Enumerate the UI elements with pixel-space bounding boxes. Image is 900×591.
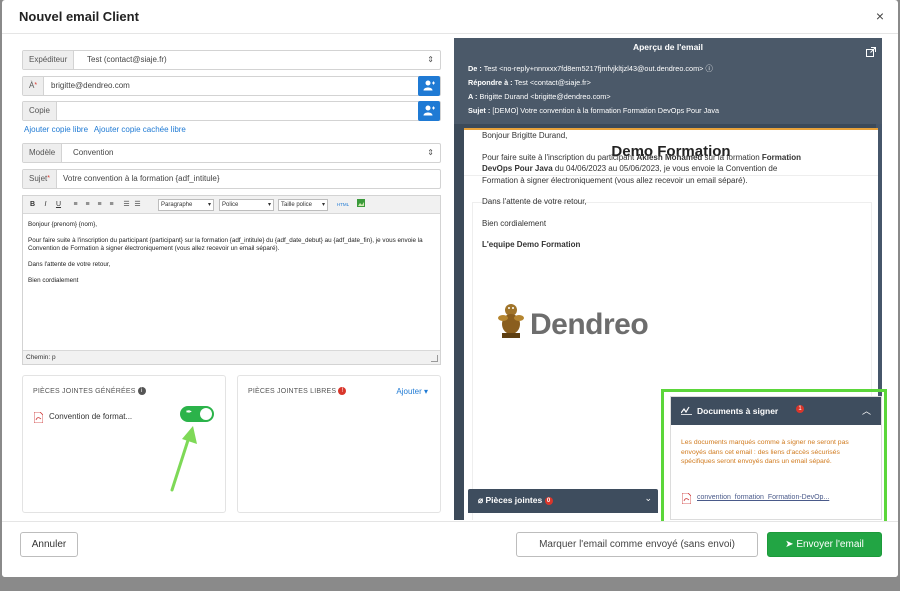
modal-title: Nouvel email Client: [19, 9, 139, 24]
add-hidden-copy-link[interactable]: Ajouter copie cachée libre: [94, 125, 186, 134]
attachments-accordion[interactable]: ⌀ Pièces jointes 0 ⌄: [468, 489, 658, 513]
align-right-icon[interactable]: ≡: [95, 199, 104, 210]
preview-to: A : Brigitte Durand <brigitte@dendreo.co…: [468, 92, 611, 101]
dendreo-logo: Dendreo: [494, 298, 649, 347]
subject-field[interactable]: Sujet* Votre convention à la formation {…: [22, 169, 441, 189]
expediteur-label: Expéditeur: [23, 51, 75, 69]
email-paragraph: Pour faire suite à l'inscription du part…: [482, 152, 801, 185]
expediteur-value: Test (contact@siaje.fr): [87, 55, 167, 64]
resize-handle[interactable]: [431, 355, 438, 362]
modal-footer: Annuler Marquer l'email comme envoyé (sa…: [2, 521, 898, 577]
paperclip-icon: ⌀: [478, 495, 484, 505]
editor-line: Pour faire suite à l'inscription du part…: [28, 237, 423, 252]
pdf-icon: [34, 412, 43, 423]
dendreo-logo-icon: [498, 304, 524, 338]
generated-attachments-title: PIÈCES JOINTES GÉNÉRÉES i: [33, 387, 146, 395]
preview-header: Aperçu de l'email De : Test <no-reply+nn…: [454, 38, 882, 124]
editor-line: Bien cordialement: [28, 277, 79, 284]
editor-line: Dans l'attente de votre retour,: [28, 261, 111, 268]
email-paragraph: Dans l'attente de votre retour,: [482, 197, 587, 206]
preview-title: Aperçu de l'email: [632, 42, 704, 52]
email-body: Bonjour Brigitte Durand, Pour faire suit…: [482, 130, 812, 261]
attachments-count-badge: 0: [544, 496, 553, 505]
mark-as-sent-button[interactable]: Marquer l'email comme envoyé (sans envoi…: [516, 532, 758, 557]
underline-button[interactable]: U: [54, 199, 63, 210]
preview-reply-to: Répondre à : Test <contact@siaje.fr>: [468, 78, 591, 87]
add-recipient-button[interactable]: [418, 76, 440, 96]
subject-value: Votre convention à la formation {adf_int…: [63, 174, 220, 183]
email-signature: L'equipe Demo Formation: [482, 240, 581, 249]
add-copy-button[interactable]: [418, 101, 440, 121]
font-size-select[interactable]: Taille police: [278, 199, 328, 211]
paragraph-select[interactable]: Paragraphe: [158, 199, 214, 211]
copy-label: Copie: [23, 102, 57, 120]
copy-field[interactable]: Copie: [22, 101, 441, 121]
add-free-copy-link[interactable]: Ajouter copie libre: [24, 125, 88, 134]
generated-attachment-name: Convention de format...: [49, 412, 133, 421]
subject-label: Sujet*: [23, 170, 57, 188]
template-select[interactable]: Modèle Convention ⇕: [22, 143, 441, 163]
free-attachments-title: PIÈCES JOINTES LIBRES !: [248, 387, 347, 395]
warning-icon: !: [338, 387, 347, 395]
help-icon: ⓘ: [705, 64, 713, 73]
highlight-box: [661, 389, 887, 529]
send-email-button[interactable]: ➤ Envoyer l'email: [767, 532, 882, 557]
bold-button[interactable]: B: [28, 199, 37, 210]
free-attachments-panel: PIÈCES JOINTES LIBRES ! Ajouter ▾: [237, 375, 441, 513]
close-icon[interactable]: ×: [876, 8, 884, 24]
sign-toggle[interactable]: ✒: [180, 406, 214, 422]
preview-from: De : Test <no-reply+nnnxxx7fd8em5217fjmf…: [468, 64, 713, 73]
info-icon: i: [137, 387, 146, 395]
new-email-modal: Nouvel email Client × Expéditeur Test (c…: [2, 0, 898, 577]
editor-content[interactable]: Bonjour {prenom} {nom}, Pour faire suite…: [28, 221, 438, 293]
copy-links: Ajouter copie libre Ajouter copie cachée…: [24, 125, 190, 134]
dendreo-logo-text: Dendreo: [530, 308, 649, 341]
to-value: brigitte@dendreo.com: [51, 81, 130, 90]
image-icon[interactable]: [356, 199, 366, 210]
rich-text-editor[interactable]: B I U ≡ ≡ ≡ ≡ ☰ ☰ Paragraphe Police Tail…: [22, 195, 441, 365]
editor-path: Chemin: p: [23, 350, 440, 364]
select-caret-icon: ⇕: [427, 55, 434, 64]
italic-button[interactable]: I: [41, 199, 50, 210]
align-justify-icon[interactable]: ≡: [107, 199, 116, 210]
add-user-icon: [423, 80, 435, 91]
select-caret-icon: ⇕: [427, 148, 434, 157]
editor-toolbar: B I U ≡ ≡ ≡ ≡ ☰ ☰ Paragraphe Police Tail…: [23, 196, 440, 214]
toggle-knob: [200, 408, 212, 420]
add-attachment-dropdown[interactable]: Ajouter ▾: [396, 387, 428, 396]
align-left-icon[interactable]: ≡: [71, 199, 80, 210]
editor-line: Bonjour {prenom} {nom},: [28, 221, 97, 228]
send-icon: ➤: [785, 539, 794, 550]
email-greeting: Bonjour Brigitte Durand,: [482, 131, 568, 140]
template-label: Modèle: [23, 144, 63, 162]
chevron-down-icon: ⌄: [644, 493, 652, 503]
numbered-list-icon[interactable]: ☰: [133, 199, 142, 210]
cancel-button[interactable]: Annuler: [20, 532, 78, 557]
pen-icon: ✒: [186, 409, 192, 416]
email-paragraph: Bien cordialement: [482, 218, 547, 228]
html-button[interactable]: HTML: [335, 199, 351, 210]
modal-header: Nouvel email Client ×: [2, 0, 898, 34]
attachments-accordion-label: ⌀ Pièces jointes 0: [478, 495, 553, 506]
expand-icon[interactable]: [866, 47, 876, 57]
template-value: Convention: [73, 148, 114, 157]
add-user-icon: [423, 105, 435, 116]
arrow-pointer-icon: [170, 426, 197, 492]
align-center-icon[interactable]: ≡: [83, 199, 92, 210]
to-field[interactable]: À* brigitte@dendreo.com: [22, 76, 441, 96]
font-select[interactable]: Police: [219, 199, 274, 211]
expediteur-select[interactable]: Expéditeur Test (contact@siaje.fr) ⇕: [22, 50, 441, 70]
to-label: À*: [23, 77, 45, 95]
bullet-list-icon[interactable]: ☰: [122, 199, 131, 210]
preview-subject: Sujet : [DEMO] Votre convention à la for…: [468, 106, 720, 115]
